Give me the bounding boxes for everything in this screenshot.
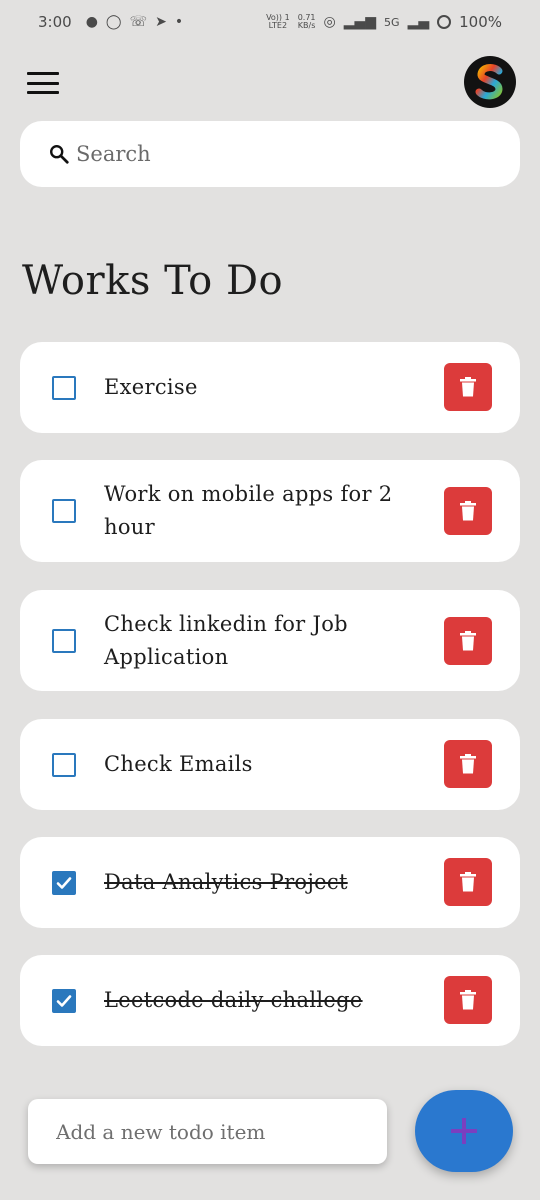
dot-icon: • xyxy=(174,14,184,30)
signal-icon: ▂▄▆ xyxy=(343,14,377,30)
search-input[interactable] xyxy=(76,142,476,166)
todo-checkbox[interactable] xyxy=(52,871,76,895)
status-time: 3:00 xyxy=(38,13,72,31)
delete-button[interactable] xyxy=(444,617,492,665)
todo-label: Work on mobile apps for 2 hour xyxy=(104,482,393,539)
todo-checkbox[interactable] xyxy=(52,989,76,1013)
plus-icon xyxy=(451,1118,477,1144)
todo-label: Check Emails xyxy=(104,752,253,776)
todo-label: Exercise xyxy=(104,375,198,399)
hamburger-menu-icon[interactable] xyxy=(26,70,60,96)
todo-checkbox[interactable] xyxy=(52,376,76,400)
chat-bubble-icon: ● xyxy=(85,14,98,30)
checkmark-icon xyxy=(56,995,72,1007)
missed-call-icon: ☏ xyxy=(129,14,148,30)
page-title: Works To Do xyxy=(22,258,284,304)
todo-item: Check linkedin for Job Application xyxy=(20,590,520,691)
status-right: Vo)) 1 LTE2 0.71 KB/s ◎ ▂▄▆ 5G ▂▄ 100% xyxy=(266,13,502,31)
trash-icon xyxy=(460,377,476,397)
search-icon xyxy=(50,145,69,164)
trash-icon xyxy=(460,872,476,892)
volte-indicator: Vo)) 1 LTE2 xyxy=(266,14,290,30)
delete-button[interactable] xyxy=(444,740,492,788)
network-type: 5G xyxy=(384,15,400,29)
todo-item: Check Emails xyxy=(20,719,520,810)
todo-item: Leetcode daily challege xyxy=(20,955,520,1046)
whatsapp-icon: ◯ xyxy=(105,14,122,30)
todo-item: Data Analytics Project xyxy=(20,837,520,928)
battery-level: 100% xyxy=(459,13,502,31)
todo-checkbox[interactable] xyxy=(52,753,76,777)
new-todo-field[interactable] xyxy=(28,1099,387,1164)
menu-line xyxy=(27,72,59,75)
delete-button[interactable] xyxy=(444,858,492,906)
lte-label: LTE2 xyxy=(268,21,288,30)
signal-2-icon: ▂▄ xyxy=(407,14,430,30)
status-left: 3:00 ● ◯ ☏ ➤ • xyxy=(38,13,183,31)
add-todo-button[interactable] xyxy=(415,1090,513,1172)
todo-label: Check linkedin for Job Application xyxy=(104,612,348,669)
new-todo-input[interactable] xyxy=(56,1119,366,1144)
menu-line xyxy=(27,91,59,94)
hotspot-icon: ◎ xyxy=(323,14,336,30)
battery-icon xyxy=(437,15,452,29)
todo-checkbox[interactable] xyxy=(52,499,76,523)
todo-label: Leetcode daily challege xyxy=(104,988,363,1012)
avatar[interactable] xyxy=(464,56,516,108)
todo-checkbox[interactable] xyxy=(52,629,76,653)
todo-item: Work on mobile apps for 2 hour xyxy=(20,460,520,562)
avatar-logo-icon xyxy=(475,64,503,100)
telegram-icon: ➤ xyxy=(155,14,167,30)
search-bar[interactable] xyxy=(20,121,520,187)
trash-icon xyxy=(460,990,476,1010)
delete-button[interactable] xyxy=(444,363,492,411)
delete-button[interactable] xyxy=(444,487,492,535)
trash-icon xyxy=(460,754,476,774)
speed-unit: KB/s xyxy=(297,21,316,30)
todo-item: Exercise xyxy=(20,342,520,433)
trash-icon xyxy=(460,501,476,521)
menu-line xyxy=(27,81,59,85)
data-speed: 0.71 KB/s xyxy=(298,14,316,30)
delete-button[interactable] xyxy=(444,976,492,1024)
checkmark-icon xyxy=(56,877,72,889)
status-bar: 3:00 ● ◯ ☏ ➤ • Vo)) 1 LTE2 0.71 KB/s ◎ ▂… xyxy=(0,0,540,44)
todo-label: Data Analytics Project xyxy=(104,870,348,894)
trash-icon xyxy=(460,631,476,651)
